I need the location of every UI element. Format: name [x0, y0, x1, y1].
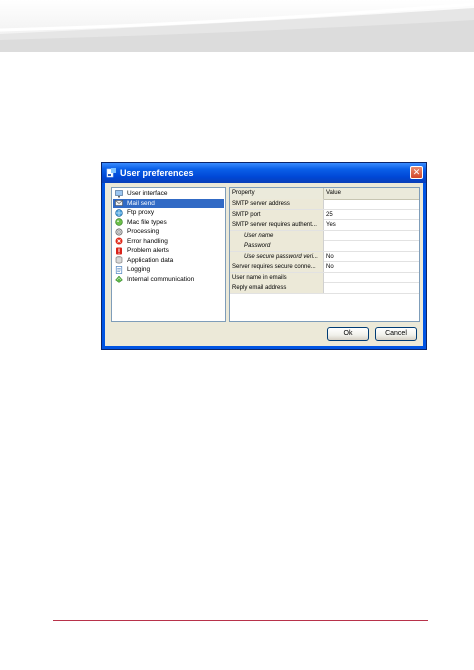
property-name-cell: User name — [230, 230, 324, 241]
tree-item-mail-send[interactable]: Mail send — [113, 198, 224, 208]
mail-icon — [115, 199, 123, 207]
dialog-title: User preferences — [120, 168, 194, 178]
tree-item-error-handling[interactable]: Error handling — [113, 237, 224, 247]
gear-icon — [115, 228, 123, 236]
property-row[interactable]: SMTP server requires authent... Yes — [230, 220, 419, 231]
page-header-band — [0, 0, 474, 52]
property-row[interactable]: User name — [230, 230, 419, 241]
communication-icon — [115, 275, 123, 284]
property-value-cell[interactable] — [324, 241, 419, 251]
property-row[interactable]: Password — [230, 241, 419, 252]
property-value-cell[interactable] — [324, 199, 419, 209]
tree-item-label: Mail send — [127, 199, 155, 207]
property-name-cell: Server requires secure conne... — [230, 262, 324, 272]
tree-item-label: Ftp proxy — [127, 209, 155, 217]
property-value-cell[interactable] — [324, 273, 419, 283]
ok-button[interactable]: Ok — [327, 327, 369, 341]
tree-item-label: Logging — [127, 266, 151, 274]
monitor-icon — [115, 189, 123, 198]
property-name-cell: Use secure password veri... — [230, 251, 324, 262]
property-grid: Property Value SMTP server address SMTP p… — [229, 187, 420, 322]
property-value-cell[interactable] — [324, 231, 419, 241]
tree-item-label: Internal communication — [127, 275, 195, 283]
close-button[interactable]: ✕ — [410, 166, 423, 179]
tree-item-ftp-proxy[interactable]: Ftp proxy — [113, 208, 224, 218]
tree-item-label: Error handling — [127, 237, 168, 245]
tree-item-label: User interface — [127, 190, 168, 198]
document-icon — [115, 265, 123, 274]
category-tree: User interface Mail send Ftp proxy Mac file… — [111, 187, 226, 322]
value-column-header[interactable]: Value — [324, 188, 419, 199]
property-row[interactable]: Reply email address — [230, 283, 419, 294]
tree-item-problem-alerts[interactable]: Problem alerts — [113, 246, 224, 256]
property-name-cell: User name in emails — [230, 272, 324, 283]
property-row[interactable]: Server requires secure conne... No — [230, 262, 419, 273]
property-value-cell[interactable]: No — [324, 252, 419, 262]
property-value-cell[interactable] — [324, 283, 419, 293]
property-row[interactable]: Use secure password veri... No — [230, 251, 419, 262]
tree-item-application-data[interactable]: Application data — [113, 256, 224, 266]
app-icon — [106, 168, 116, 178]
footer-divider — [53, 620, 428, 621]
header-swoosh-graphic — [0, 2, 474, 52]
property-row[interactable]: SMTP port 25 — [230, 209, 419, 220]
property-name-cell: Reply email address — [230, 283, 324, 293]
property-name-cell: Password — [230, 241, 324, 251]
property-column-header[interactable]: Property — [230, 188, 324, 199]
tree-item-logging[interactable]: Logging — [113, 265, 224, 275]
tree-item-mac-file-types[interactable]: Mac file types — [113, 218, 224, 228]
property-row[interactable]: User name in emails — [230, 272, 419, 283]
tree-item-user-interface[interactable]: User interface — [113, 189, 224, 199]
property-value-cell[interactable]: Yes — [324, 220, 419, 230]
dialog-titlebar[interactable]: User preferences ✕ — [102, 163, 426, 183]
error-icon — [115, 237, 123, 245]
network-icon — [115, 209, 123, 217]
tree-item-internal-communication[interactable]: Internal communication — [113, 275, 224, 285]
tree-item-label: Mac file types — [127, 218, 167, 226]
cancel-button[interactable]: Cancel — [375, 327, 417, 341]
property-name-cell: SMTP server requires authent... — [230, 220, 324, 230]
tree-item-processing[interactable]: Processing — [113, 227, 224, 237]
dialog-client-area: User interface Mail send Ftp proxy Mac file… — [105, 183, 423, 346]
property-value-cell[interactable]: No — [324, 262, 419, 272]
property-name-cell: SMTP server address — [230, 199, 324, 209]
property-row[interactable]: SMTP server address — [230, 199, 419, 210]
close-icon: ✕ — [412, 167, 421, 177]
property-value-cell[interactable]: 25 — [324, 210, 419, 220]
user-preferences-dialog: User preferences ✕ User interface Mail se… — [101, 162, 427, 350]
tree-item-label: Processing — [127, 228, 160, 236]
property-name-cell: SMTP port — [230, 209, 324, 220]
database-icon — [115, 256, 123, 264]
tree-item-label: Application data — [127, 256, 174, 264]
mac-file-icon — [115, 218, 123, 226]
alert-icon — [115, 247, 123, 255]
tree-item-label: Problem alerts — [127, 247, 169, 255]
